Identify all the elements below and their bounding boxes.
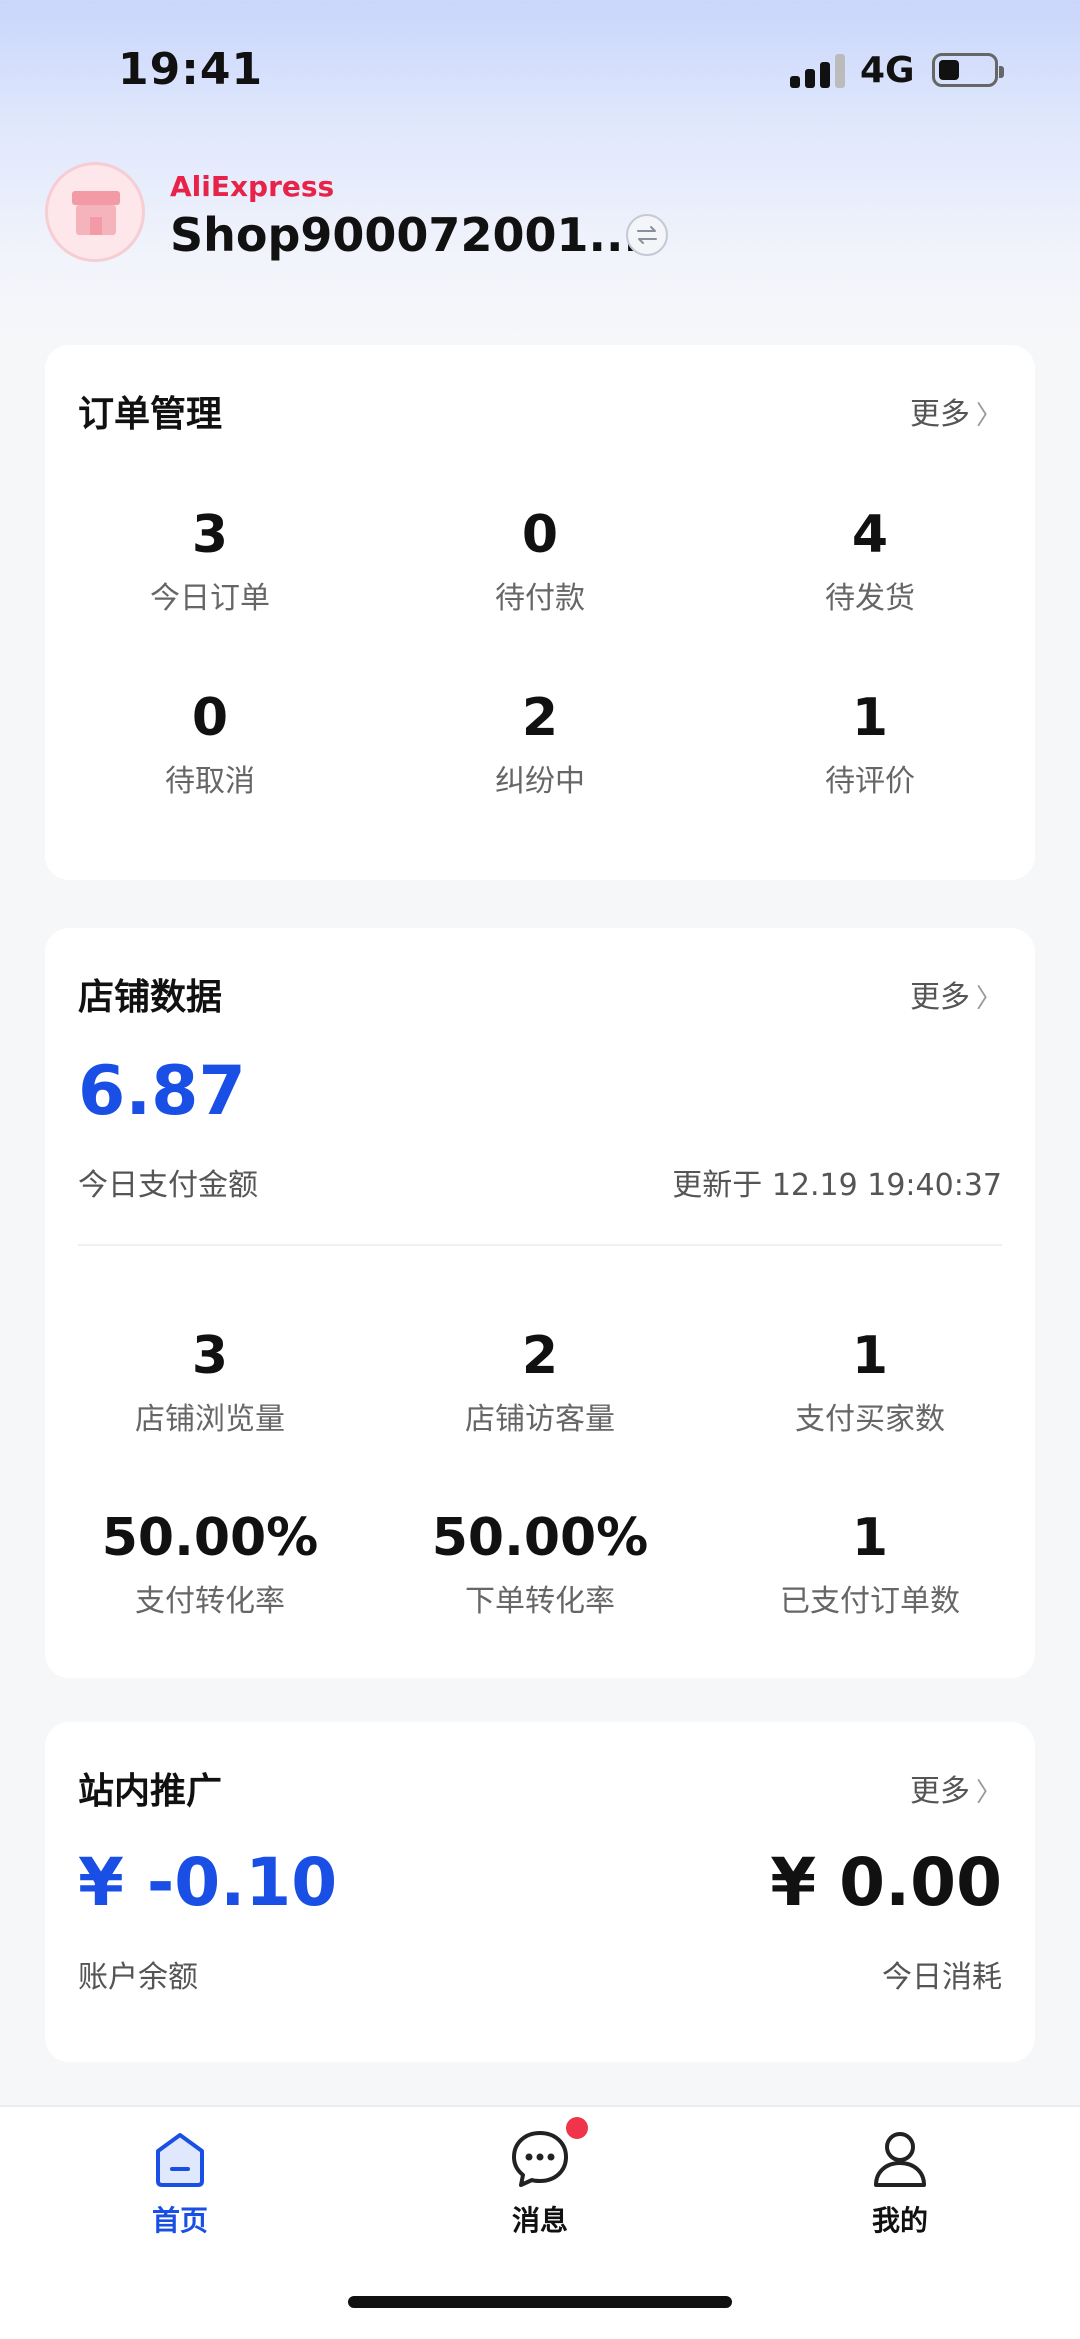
stat-value: 50.00% <box>101 1508 319 1568</box>
more-label: 更多 <box>909 980 970 1015</box>
divider <box>78 1244 1002 1246</box>
stat-label: 待取消 <box>165 764 255 799</box>
promotion-title: 站内推广 <box>78 1771 223 1812</box>
status-bar: 19:41 4G <box>0 0 1080 140</box>
unread-badge <box>566 2117 588 2139</box>
signal-icon <box>790 54 846 88</box>
stat-value: 2 <box>521 1326 559 1386</box>
stat-label: 已支付订单数 <box>780 1584 960 1619</box>
store-stat-page-views[interactable]: 3 店铺浏览量 <box>45 1326 375 1438</box>
chevron-right-icon: 〉 <box>975 401 1002 431</box>
stat-label: 待付款 <box>495 581 585 616</box>
message-icon <box>510 2117 588 2191</box>
battery-icon <box>932 53 1004 87</box>
more-label: 更多 <box>909 397 970 432</box>
order-management-title: 订单管理 <box>78 394 223 435</box>
today-spend-label: 今日消耗 <box>882 1960 1002 1995</box>
stat-label: 店铺访客量 <box>465 1402 615 1437</box>
account-balance[interactable]: ¥ -0.10 <box>78 1844 337 1921</box>
chevron-right-icon: 〉 <box>975 984 1002 1014</box>
nav-mine-label: 我的 <box>871 2204 928 2237</box>
home-icon <box>150 2127 210 2191</box>
store-data-card: 店铺数据 更多〉 6.87 今日支付金额 更新于 12.19 19:40:37 … <box>45 928 1035 1678</box>
chevron-right-icon: 〉 <box>975 1778 1002 1808</box>
nav-messages[interactable]: 消息 <box>440 2117 640 2239</box>
order-stat-disputes[interactable]: 2 纠纷中 <box>375 688 705 800</box>
stat-value: 1 <box>851 688 889 748</box>
account-balance-label: 账户余额 <box>78 1960 198 1995</box>
stat-label: 支付买家数 <box>795 1402 945 1437</box>
nav-home[interactable]: 首页 <box>80 2127 280 2239</box>
stat-label: 下单转化率 <box>465 1584 615 1619</box>
nav-messages-label: 消息 <box>511 2204 568 2237</box>
store-stat-paid-orders[interactable]: 1 已支付订单数 <box>705 1508 1035 1620</box>
store-icon <box>72 191 120 235</box>
network-type: 4G <box>860 50 915 91</box>
store-stat-visitors[interactable]: 2 店铺访客量 <box>375 1326 705 1438</box>
nav-home-label: 首页 <box>151 2204 208 2237</box>
nav-mine[interactable]: 我的 <box>800 2127 1000 2239</box>
stat-label: 纠纷中 <box>495 764 585 799</box>
switch-shop-button[interactable] <box>626 214 668 256</box>
stat-value: 1 <box>851 1508 889 1568</box>
today-payment-amount[interactable]: 6.87 <box>78 1052 246 1131</box>
order-stat-today[interactable]: 3 今日订单 <box>45 505 375 617</box>
home-indicator <box>348 2296 732 2308</box>
update-time: 更新于 12.19 19:40:37 <box>672 1168 1002 1203</box>
order-stat-pending-review[interactable]: 1 待评价 <box>705 688 1035 800</box>
stat-value: 4 <box>851 505 889 565</box>
swap-icon <box>637 226 657 244</box>
store-stat-paying-buyers[interactable]: 1 支付买家数 <box>705 1326 1035 1438</box>
store-stat-order-conversion[interactable]: 50.00% 下单转化率 <box>375 1508 705 1620</box>
shop-avatar[interactable] <box>45 162 145 262</box>
order-stat-pending-payment[interactable]: 0 待付款 <box>375 505 705 617</box>
shop-header: AliExpress Shop900072001... <box>0 150 1080 290</box>
store-data-title: 店铺数据 <box>78 977 223 1018</box>
order-stat-pending-cancel[interactable]: 0 待取消 <box>45 688 375 800</box>
stat-label: 待发货 <box>825 581 915 616</box>
stat-value: 50.00% <box>431 1508 649 1568</box>
stat-value: 2 <box>521 688 559 748</box>
stat-value: 3 <box>191 505 229 565</box>
status-time: 19:41 <box>118 44 264 95</box>
store-data-more-link[interactable]: 更多〉 <box>910 972 1002 1016</box>
stat-value: 3 <box>191 1326 229 1386</box>
brand-logo: AliExpress <box>170 170 335 203</box>
stat-label: 店铺浏览量 <box>135 1402 285 1437</box>
store-stat-payment-conversion[interactable]: 50.00% 支付转化率 <box>45 1508 375 1620</box>
order-stat-pending-shipment[interactable]: 4 待发货 <box>705 505 1035 617</box>
shop-name[interactable]: Shop900072001... <box>170 208 641 262</box>
stat-label: 待评价 <box>825 764 915 799</box>
today-payment-label: 今日支付金额 <box>78 1168 258 1203</box>
stat-label: 今日订单 <box>150 581 270 616</box>
today-spend[interactable]: ¥ 0.00 <box>770 1844 1002 1921</box>
stat-label: 支付转化率 <box>135 1584 285 1619</box>
more-label: 更多 <box>909 1774 970 1809</box>
stat-value: 0 <box>191 688 229 748</box>
stat-value: 0 <box>521 505 559 565</box>
order-more-link[interactable]: 更多〉 <box>910 389 1002 433</box>
promotion-more-link[interactable]: 更多〉 <box>910 1766 1002 1810</box>
user-icon <box>870 2127 930 2191</box>
order-management-card: 订单管理 更多〉 3 今日订单 0 待付款 4 待发货 0 待取消 2 纠纷中 … <box>45 345 1035 880</box>
stat-value: 1 <box>851 1326 889 1386</box>
promotion-card: 站内推广 更多〉 ¥ -0.10 账户余额 ¥ 0.00 今日消耗 <box>45 1722 1035 2062</box>
